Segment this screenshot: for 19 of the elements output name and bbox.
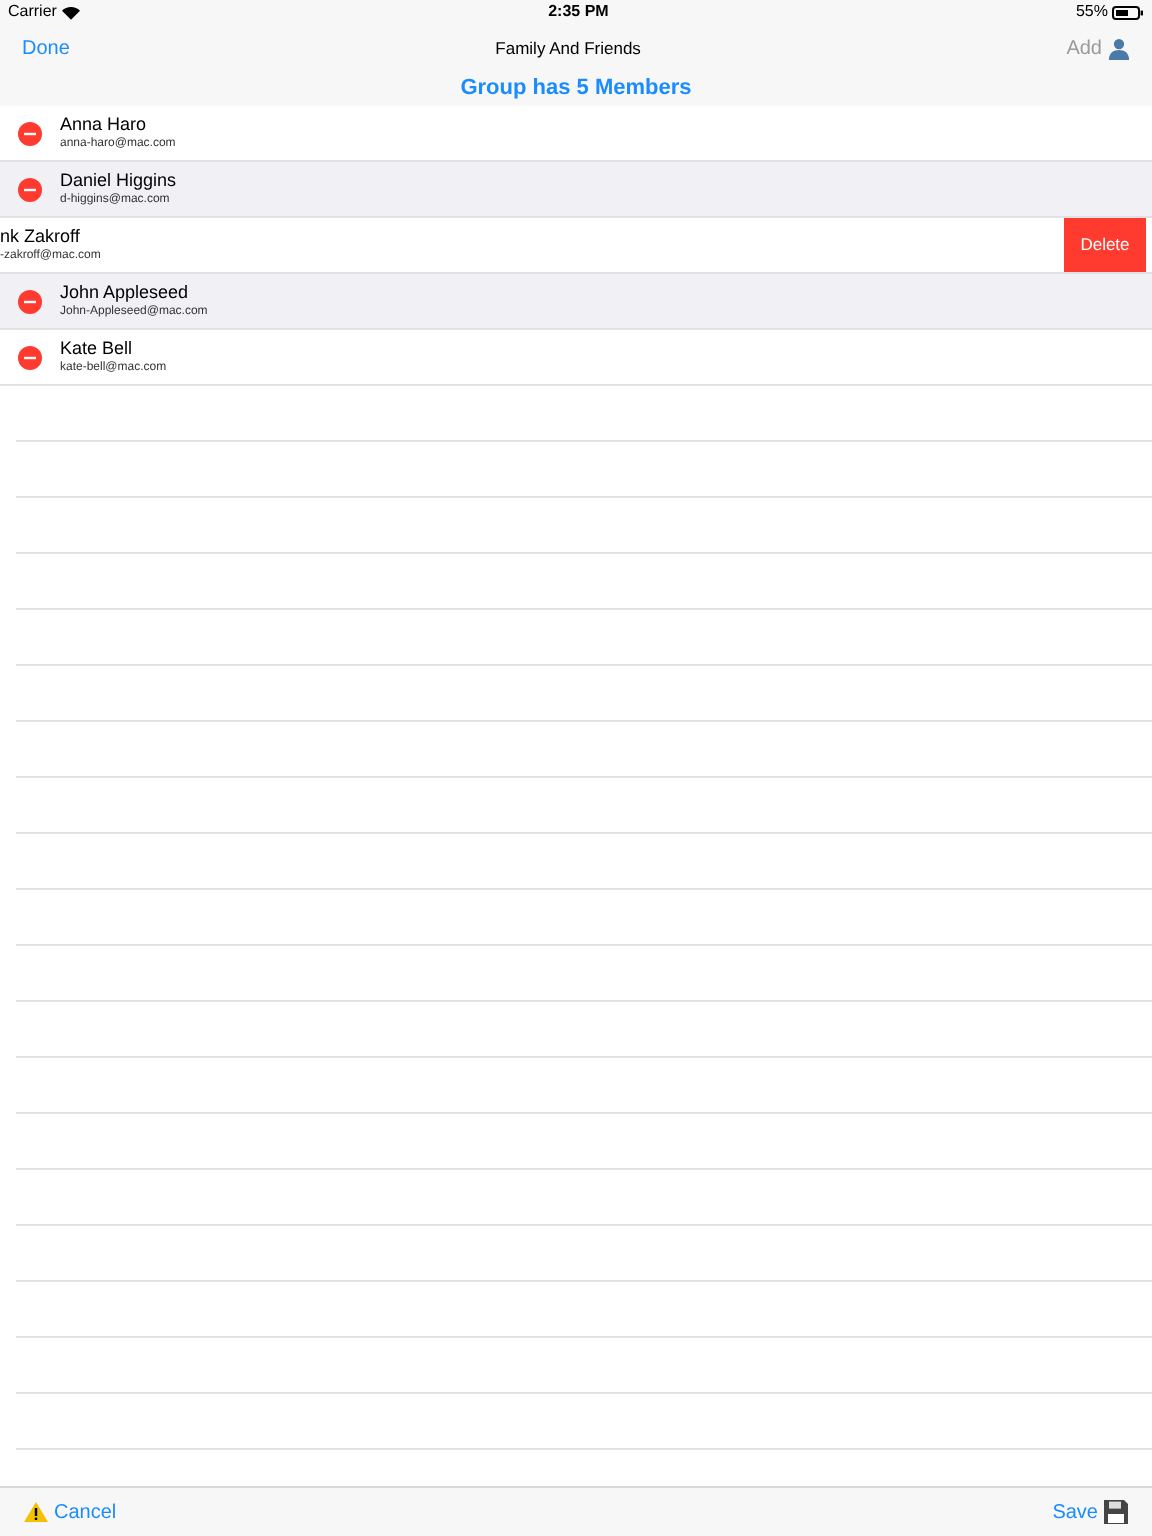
battery-icon <box>1111 5 1144 19</box>
nav-title: Family And Friends <box>495 35 641 61</box>
contact-name: Kate Bell <box>60 338 135 360</box>
person-icon <box>1107 37 1130 59</box>
warning-icon <box>24 1502 48 1522</box>
carrier-label: Carrier <box>8 0 57 24</box>
remove-icon[interactable] <box>18 177 42 201</box>
wifi-icon <box>62 5 81 19</box>
clock-time: 2:35 PM <box>548 0 609 24</box>
delete-button[interactable]: Delete <box>1064 218 1146 272</box>
remove-icon[interactable] <box>18 345 42 369</box>
contact-name: John Appleseed <box>60 282 191 304</box>
remove-icon[interactable] <box>18 289 42 313</box>
remove-icon[interactable] <box>18 121 42 145</box>
contact-name: Anna Haro <box>60 114 149 136</box>
group-header: Group has 5 Members <box>460 74 692 105</box>
contact-name: nk Zakroff <box>0 226 82 248</box>
battery-percentage: 55% <box>1075 0 1108 24</box>
contact-name: Daniel Higgins <box>60 170 177 192</box>
